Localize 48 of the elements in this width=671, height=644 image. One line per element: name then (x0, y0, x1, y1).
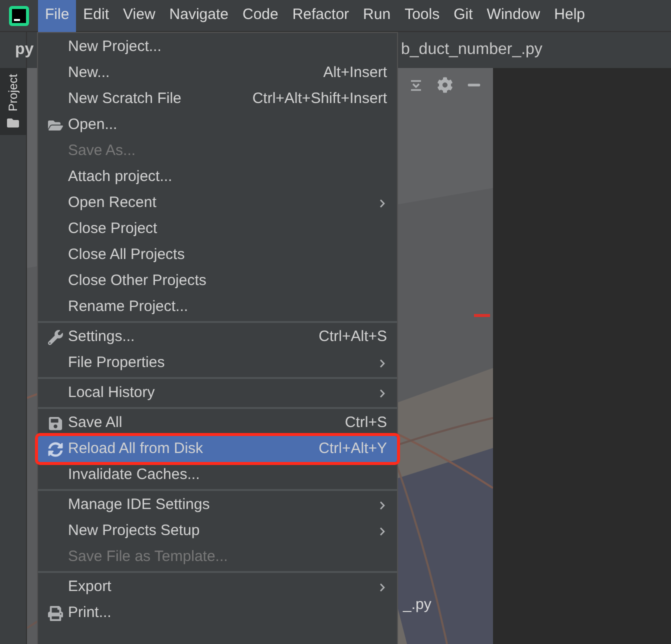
menu-item[interactable]: Manage IDE Settings (38, 492, 397, 518)
collapse-icon[interactable] (409, 78, 423, 92)
menu-item[interactable]: New Projects Setup (38, 518, 397, 544)
submenu-arrow-icon (378, 388, 387, 398)
menu-bar-item[interactable]: Refactor (285, 0, 356, 32)
file-tab[interactable]: b_duct_number_.py (401, 38, 542, 62)
menu-item[interactable]: Settings... Ctrl+Alt+S (38, 324, 397, 350)
menu-item[interactable]: Export (38, 574, 397, 600)
menu-item[interactable]: Open Recent (38, 190, 397, 216)
menu-item[interactable]: New... Alt+Insert (38, 60, 397, 86)
menu-item[interactable]: Attach project... (38, 164, 397, 190)
menu-item[interactable]: Local History (38, 380, 397, 406)
project-tab[interactable]: Project (0, 68, 26, 136)
menu-bar-item[interactable]: Run (356, 0, 398, 32)
menu-item[interactable]: Print... (38, 600, 397, 626)
wrench-icon (48, 330, 62, 344)
menu-item[interactable]: File Properties (38, 350, 397, 376)
menu-bar-item[interactable]: Navigate (162, 0, 236, 32)
folder-icon (7, 117, 19, 130)
menu-bar-item[interactable]: Tools (398, 0, 447, 32)
menu-item[interactable]: New Project... (38, 34, 397, 60)
submenu-arrow-icon (378, 500, 387, 510)
menu-bar-item[interactable]: Git (446, 0, 480, 32)
menu-item[interactable]: Invalidate Caches... (38, 462, 397, 488)
folder-icon (48, 118, 62, 132)
submenu-arrow-icon (378, 198, 387, 208)
menu-item[interactable]: Close Other Projects (38, 268, 397, 294)
menu-item[interactable]: Save All Ctrl+S (38, 410, 397, 436)
printer-icon (48, 606, 62, 620)
menu-item[interactable]: Close All Projects (38, 242, 397, 268)
menu-bar-item[interactable]: File (38, 0, 76, 32)
submenu-arrow-icon (378, 526, 387, 536)
menu-item[interactable]: New Scratch File Ctrl+Alt+Shift+Insert (38, 86, 397, 112)
submenu-arrow-icon (378, 358, 387, 368)
submenu-arrow-icon (378, 582, 387, 592)
menu-bar-item[interactable]: Code (235, 0, 286, 32)
menu-bar-item[interactable]: Window (480, 0, 548, 32)
app-logo-icon (8, 4, 30, 26)
menu-item[interactable]: Close Project (38, 216, 397, 242)
menu-bar-item[interactable]: Help (547, 0, 592, 32)
menu-item[interactable]: Open... (38, 112, 397, 138)
menu-bar-item[interactable]: View (116, 0, 162, 32)
settings-icon[interactable] (437, 77, 453, 93)
menu-item[interactable]: Rename Project... (38, 294, 397, 320)
tree-item[interactable]: _.py (403, 594, 493, 616)
project-name: py (15, 40, 35, 60)
menu-bar-item[interactable]: Edit (76, 0, 116, 32)
reload-icon (48, 442, 62, 456)
